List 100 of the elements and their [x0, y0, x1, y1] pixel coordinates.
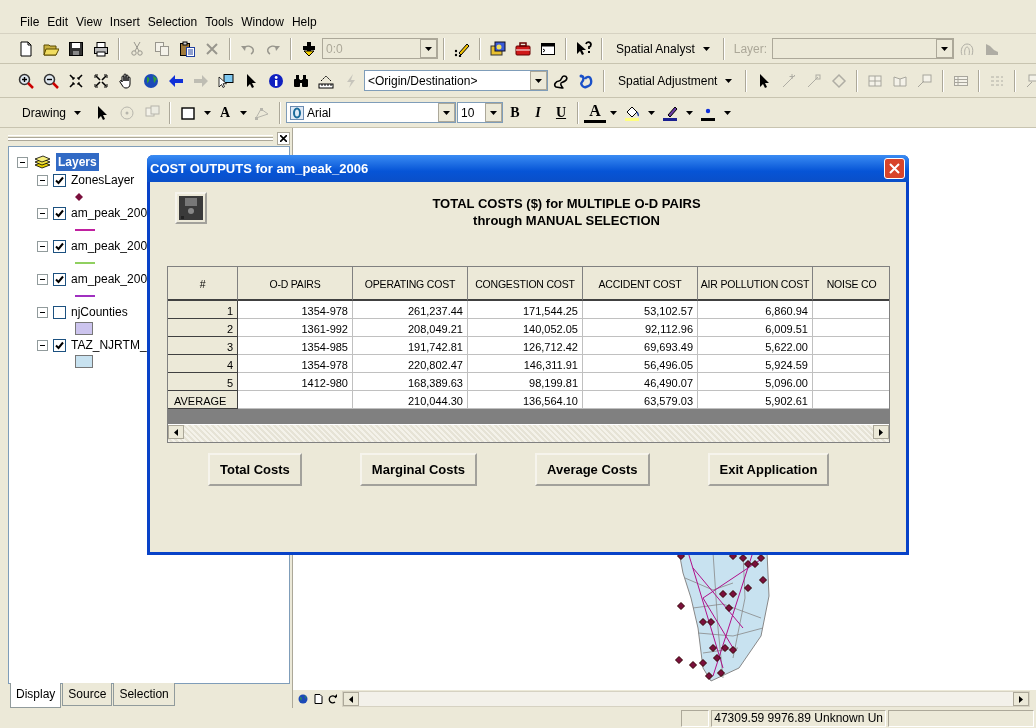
toolbar-menu[interactable]: Spatial Analyst — [608, 37, 718, 60]
coordinates-text: 47309.59 9976.89 Unknown Un — [711, 709, 886, 727]
table-cell: 1354-985 — [238, 337, 353, 355]
tab[interactable]: Selection — [113, 683, 175, 706]
checkbox[interactable] — [53, 305, 66, 319]
checkbox[interactable] — [53, 206, 66, 220]
bold-button[interactable]: B — [504, 101, 526, 124]
collapse-icon[interactable] — [37, 174, 48, 186]
combo-box[interactable]: <Origin/Destination> — [364, 70, 548, 91]
collapse-icon[interactable] — [37, 240, 48, 252]
dialog-button[interactable]: Marginal Costs — [359, 453, 477, 486]
new-document-icon — [18, 40, 34, 57]
column-header: CONGESTION COST — [468, 267, 583, 301]
row-header: 1 — [168, 301, 238, 319]
table-cell: 6,009.51 — [698, 319, 813, 337]
caret-icon — [702, 46, 710, 51]
table-cell: 261,237.44 — [353, 301, 468, 319]
dialog-button[interactable]: Exit Application — [707, 453, 830, 486]
font-dropdown[interactable]: Arial — [286, 102, 456, 123]
caret-icon — [609, 110, 617, 115]
scroll-right-button[interactable] — [1013, 692, 1029, 706]
paste-icon — [179, 40, 195, 57]
info-icon — [268, 72, 284, 89]
collapse-icon[interactable] — [17, 156, 28, 168]
tab[interactable]: Source — [62, 683, 113, 706]
menu-item[interactable]: File — [16, 11, 44, 32]
menu-item[interactable]: Tools — [201, 11, 238, 32]
row-header: 5 — [168, 373, 238, 391]
table-cell: 98,199.81 — [468, 373, 583, 391]
menu-item[interactable]: Selection — [143, 11, 202, 32]
scroll-right-button[interactable] — [873, 425, 889, 439]
checkbox[interactable] — [53, 272, 66, 286]
italic-button[interactable]: I — [527, 101, 549, 124]
combo-value: Arial — [307, 104, 332, 122]
scissors-icon — [129, 40, 145, 57]
help-pointer-icon — [576, 40, 592, 57]
layer-name[interactable]: ZonesLayer — [71, 171, 135, 189]
text-tool-button[interactable]: A — [214, 101, 236, 124]
printer-icon — [93, 40, 109, 57]
column-header: OPERATING COST — [353, 267, 468, 301]
combo-value: <Origin/Destination> — [368, 72, 478, 90]
check-icon — [55, 274, 64, 284]
collapse-icon[interactable] — [37, 339, 48, 351]
fixed-zoom-out-icon — [93, 72, 109, 89]
layer-name[interactable]: am_peak_200 — [71, 270, 148, 288]
collapse-icon[interactable] — [37, 207, 48, 219]
tab[interactable]: Display — [10, 683, 62, 708]
scroll-left-button[interactable] — [168, 425, 184, 439]
table-cell: 92,112.96 — [583, 319, 698, 337]
table-cell: 6,860.94 — [698, 301, 813, 319]
table-cell: 5,924.59 — [698, 355, 813, 373]
copy-icon — [154, 40, 170, 57]
table-cell: 168,389.63 — [353, 373, 468, 391]
table-cell: 220,802.47 — [353, 355, 468, 373]
scroll-left-button[interactable] — [343, 692, 359, 706]
layer-name[interactable]: am_peak_200 — [71, 237, 148, 255]
binoculars-icon — [293, 72, 309, 89]
horizontal-scrollbar[interactable] — [342, 691, 1030, 707]
collapse-icon[interactable] — [37, 273, 48, 285]
menu-item[interactable]: Insert — [105, 11, 144, 32]
check-icon — [55, 340, 64, 350]
toolbar-menu[interactable]: Spatial Adjustment — [610, 69, 741, 92]
checkbox[interactable] — [53, 239, 66, 253]
toolbar-menu[interactable]: Drawing — [14, 101, 89, 124]
page-icon[interactable] — [312, 694, 324, 704]
new-link-icon — [781, 72, 798, 89]
rubber-sheet-icon — [831, 72, 848, 89]
combo-box[interactable]: 10 — [457, 102, 503, 123]
table-cell: 1354-978 — [238, 355, 353, 373]
collapse-icon[interactable] — [37, 306, 48, 318]
menu-item[interactable]: View — [72, 11, 106, 32]
menu-item[interactable]: Window — [237, 11, 288, 32]
table-cell: 1354-978 — [238, 301, 353, 319]
dialog-heading: TOTAL COSTS ($) for MULTIPLE O-D PAIRS through MANUAL SELECTION — [431, 195, 702, 230]
menu-item[interactable]: Help — [287, 11, 321, 32]
underline-button[interactable]: U — [550, 101, 572, 124]
rectangle-icon — [180, 104, 196, 121]
add-data-icon — [301, 40, 317, 57]
layer-name[interactable]: am_peak_200 — [71, 204, 148, 222]
save-button[interactable] — [175, 192, 207, 224]
refresh-icon[interactable] — [327, 694, 339, 704]
layer-name[interactable]: TAZ_NJRTM_ — [71, 336, 147, 354]
link-table-icon — [1025, 72, 1036, 89]
menu-item[interactable]: Edit — [43, 11, 73, 32]
table-cell: 69,693.49 — [583, 337, 698, 355]
font-color-button[interactable]: A — [584, 102, 606, 123]
table-cell: 136,564.10 — [468, 391, 583, 409]
zoom-in-icon — [18, 72, 34, 89]
close-icon — [889, 163, 900, 174]
dialog-button[interactable]: Total Costs — [208, 453, 302, 486]
dialog-button[interactable]: Average Costs — [535, 453, 650, 486]
layer-group-label[interactable]: Layers — [56, 153, 99, 171]
close-button[interactable] — [277, 131, 290, 145]
globe-icon[interactable] — [297, 694, 309, 704]
checkbox[interactable] — [53, 338, 66, 352]
grid-link-icon — [917, 72, 934, 89]
caret-icon — [443, 110, 450, 115]
layer-name[interactable]: njCounties — [71, 303, 128, 321]
caret-icon — [239, 110, 247, 115]
checkbox[interactable] — [53, 173, 66, 187]
